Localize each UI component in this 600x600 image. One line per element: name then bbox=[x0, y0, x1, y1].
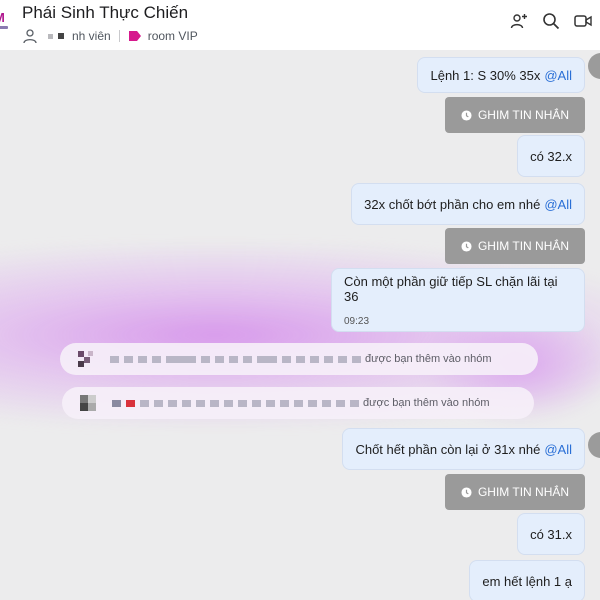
pin-message-button[interactable]: GHIM TIN NHẮN bbox=[445, 228, 585, 264]
pin-label: GHIM TIN NHẮN bbox=[477, 108, 570, 122]
logo-subtext bbox=[0, 26, 8, 29]
message-text: em hết lệnh 1 ạ bbox=[482, 573, 572, 589]
member-avatar[interactable] bbox=[78, 393, 98, 413]
tag-icon bbox=[128, 31, 141, 41]
message-text: Chốt hết phần còn lại ở 31x nhé bbox=[355, 441, 541, 457]
mention-all[interactable]: @All bbox=[544, 442, 572, 457]
pin-message-button[interactable]: GHIM TIN NHẮN bbox=[445, 97, 585, 133]
mention-all[interactable]: @All bbox=[544, 197, 572, 212]
clock-icon bbox=[461, 240, 472, 252]
message-time: 09:23 bbox=[344, 315, 370, 327]
sender-avatar[interactable] bbox=[588, 432, 600, 458]
header-actions bbox=[510, 12, 592, 30]
clock-icon bbox=[461, 109, 472, 121]
message-text: Lệnh 1: S 30% 35x bbox=[430, 67, 541, 83]
message-text: có 32.x bbox=[530, 148, 572, 164]
system-text: được bạn thêm vào nhóm bbox=[363, 397, 490, 409]
clock-icon bbox=[461, 486, 472, 498]
blurred-name bbox=[110, 355, 361, 363]
message-bubble[interactable]: Lệnh 1: S 30% 35x @All bbox=[417, 57, 585, 93]
message-text: 32x chốt bớt phần cho em nhé bbox=[364, 196, 541, 212]
video-call-icon bbox=[574, 15, 592, 27]
video-call-button[interactable] bbox=[574, 12, 592, 30]
group-subtitle: nh viên room VIP bbox=[22, 27, 198, 45]
message-bubble[interactable]: có 31.x bbox=[517, 513, 585, 555]
member-count-blurred bbox=[48, 32, 68, 40]
member-avatar[interactable] bbox=[76, 349, 96, 369]
pin-label: GHIM TIN NHẮN bbox=[477, 485, 570, 499]
chat-area[interactable]: Lệnh 1: S 30% 35x @All GHIM TIN NHẮN có … bbox=[0, 50, 600, 600]
message-bubble[interactable]: Còn một phần giữ tiếp SL chặn lãi tại 36… bbox=[331, 268, 585, 332]
message-bubble[interactable]: em hết lệnh 1 ạ bbox=[469, 560, 585, 600]
mention-all[interactable]: @All bbox=[544, 68, 572, 83]
pin-label: GHIM TIN NHẮN bbox=[477, 239, 570, 253]
message-bubble[interactable]: Chốt hết phần còn lại ở 31x nhé @All bbox=[342, 428, 585, 470]
search-button[interactable] bbox=[542, 12, 560, 30]
search-icon bbox=[543, 13, 560, 30]
member-icon[interactable] bbox=[22, 28, 38, 44]
blurred-name bbox=[112, 399, 359, 407]
chat-header: M Phái Sinh Thực Chiến nh viên room VIP bbox=[0, 0, 600, 50]
message-bubble[interactable]: 32x chốt bớt phần cho em nhé @All bbox=[351, 183, 585, 225]
message-bubble[interactable]: có 32.x bbox=[517, 135, 585, 177]
add-member-icon bbox=[510, 14, 527, 29]
message-text: Còn một phần giữ tiếp SL chặn lãi tại 36 bbox=[344, 273, 558, 304]
pin-message-button[interactable]: GHIM TIN NHẮN bbox=[445, 474, 585, 510]
member-label[interactable]: nh viên bbox=[72, 29, 111, 43]
tag-label[interactable]: room VIP bbox=[148, 29, 198, 43]
group-title[interactable]: Phái Sinh Thực Chiến bbox=[22, 3, 188, 23]
system-notice: được bạn thêm vào nhóm bbox=[62, 387, 534, 419]
message-text: có 31.x bbox=[530, 526, 572, 542]
add-member-button[interactable] bbox=[510, 12, 528, 30]
divider bbox=[118, 30, 120, 42]
logo-letter: M bbox=[0, 10, 5, 25]
system-notice: được bạn thêm vào nhóm bbox=[60, 343, 538, 375]
system-text: được bạn thêm vào nhóm bbox=[365, 353, 492, 365]
group-avatar[interactable]: M bbox=[0, 4, 10, 34]
sender-avatar[interactable] bbox=[588, 53, 600, 79]
